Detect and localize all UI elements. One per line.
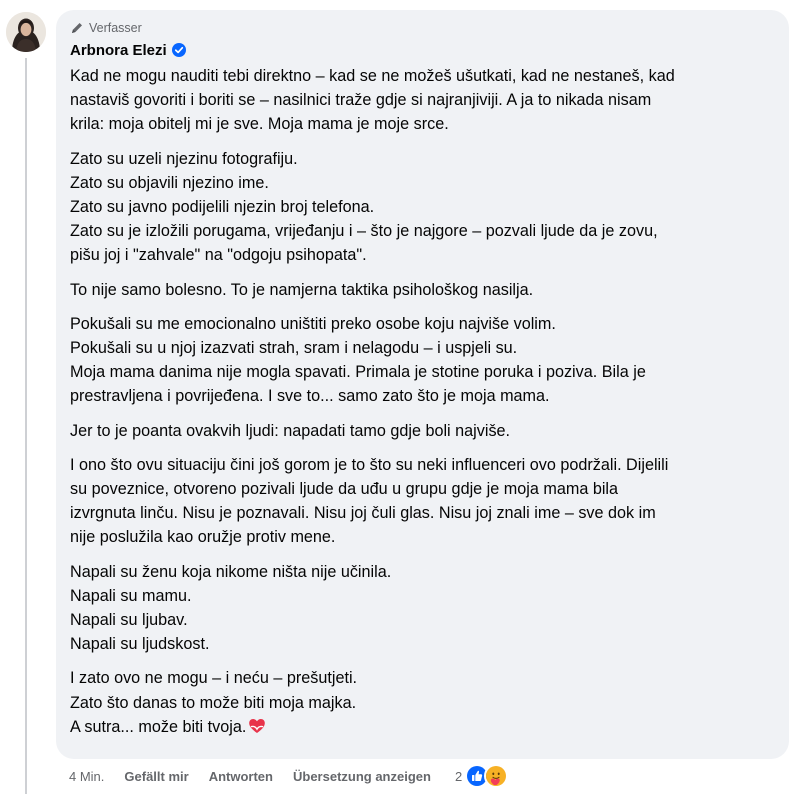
comment-line: su poveznice, otvoreno pozivali ljude da… — [70, 477, 777, 501]
verified-badge-icon — [171, 43, 186, 57]
comment-line-text: krila: moja obitelj mi je sve. Moja mama… — [70, 115, 449, 134]
comment-line-text: I zato ovo ne mogu – i neću – prešutjeti… — [70, 669, 358, 688]
thread-line — [25, 58, 27, 794]
author-row: Arbnora Elezi — [70, 40, 777, 60]
comment-paragraph: Jer to je poanta ovakvih ljudi: napadati… — [70, 419, 777, 443]
comment-line: Pokušali su me emocionalno uništiti prek… — [70, 312, 777, 336]
care-icon — [484, 764, 509, 788]
comment-line-text: Napali su ljubav. — [70, 611, 188, 630]
comment-line: pišu joj i "zahvale" na "odgoju psihopat… — [70, 243, 777, 267]
comment-line-text: izvrgnuta linču. Nisu je poznavali. Nisu… — [70, 504, 656, 523]
comment-line-text: Kad ne mogu nauditi tebi direktno – kad … — [70, 67, 675, 85]
comment-line-text: Pokušali su u njoj izazvati strah, sram … — [70, 339, 518, 358]
comment-bubble: Verfasser Arbnora Elezi Kad ne mogu naud… — [56, 10, 789, 759]
pencil-icon — [70, 21, 84, 35]
comment-line-text: Napali su ženu koja nikome ništa nije uč… — [70, 562, 392, 581]
comment-line: Zato što danas to može biti moja majka. — [70, 691, 777, 715]
comment-line-text: Zato su objavili njezino ime. — [70, 173, 269, 192]
comment-line: Moja mama danima nije mogla spavati. Pri… — [70, 360, 777, 384]
comment-line: nastaviš govoriti i boriti se – nasilnic… — [70, 88, 777, 112]
translate-button[interactable]: Übersetzung anzeigen — [293, 769, 431, 784]
comment-line: Zato su javno podijelili njezin broj tel… — [70, 195, 777, 219]
comment-text: Kad ne mogu nauditi tebi direktno – kad … — [70, 64, 777, 742]
comment-line: izvrgnuta linču. Nisu je poznavali. Nisu… — [70, 501, 777, 525]
comment-line-text: Napali su ljudskost. — [70, 635, 210, 654]
comment-line: I zato ovo ne mogu – i neću – prešutjeti… — [70, 666, 777, 690]
comment-actions: 4 Min. Gefällt mir Antworten Übersetzung… — [69, 764, 509, 788]
comment-line-text: Moja mama danima nije mogla spavati. Pri… — [70, 363, 646, 382]
comment-line-text: su poveznice, otvoreno pozivali ljude da… — [70, 480, 619, 499]
comment-line-text: Zato što danas to može biti moja majka. — [70, 693, 357, 712]
avatar[interactable] — [6, 12, 46, 52]
comment-line-text: Jer to je poanta ovakvih ljudi: napadati… — [70, 421, 511, 440]
author-name[interactable]: Arbnora Elezi — [70, 42, 167, 59]
comment-line: Napali su ljudskost. — [70, 632, 777, 656]
comment-line: Pokušali su u njoj izazvati strah, sram … — [70, 336, 777, 360]
comment-paragraph: Napali su ženu koja nikome ništa nije uč… — [70, 560, 777, 657]
comment-paragraph: I zato ovo ne mogu – i neću – prešutjeti… — [70, 666, 777, 742]
comment-line: To nije samo bolesno. To je namjerna tak… — [70, 278, 777, 302]
comment-timestamp[interactable]: 4 Min. — [69, 769, 104, 784]
comment-line: Kad ne mogu nauditi tebi direktno – kad … — [70, 64, 777, 88]
comment-line: Zato su objavili njezino ime. — [70, 171, 777, 195]
comment-line: krila: moja obitelj mi je sve. Moja mama… — [70, 112, 777, 136]
comment-paragraph: Pokušali su me emocionalno uništiti prek… — [70, 312, 777, 409]
comment-line-text: I ono što ovu situaciju čini još gorom j… — [70, 455, 669, 474]
comment-paragraph: I ono što ovu situaciju čini još gorom j… — [70, 453, 777, 550]
comment-line-text: Zato su uzeli njezinu fotografiju. — [70, 149, 298, 168]
avatar-image — [6, 12, 46, 52]
comment-line: Napali su ljubav. — [70, 608, 777, 632]
comment-line-text: Pokušali su me emocionalno uništiti prek… — [70, 314, 556, 333]
comment-line: nije poslužila kao oružje protiv mene. — [70, 525, 777, 549]
comment-line-text: Zato su javno podijelili njezin broj tel… — [70, 198, 375, 217]
comment-line-text: nastaviš govoriti i boriti se – nasilnic… — [70, 91, 652, 110]
comment-line: Zato su je izložili porugama, vrijeđanju… — [70, 219, 777, 243]
comment-line-text: A sutra... može biti tvoja. — [70, 717, 247, 736]
heart-emoji-icon — [248, 717, 266, 742]
reaction-summary[interactable]: 2 — [454, 764, 509, 788]
author-badge-row: Verfasser — [70, 19, 777, 37]
comment-line-text: pišu joj i "zahvale" na "odgoju psihopat… — [70, 246, 367, 265]
comment-paragraph: Zato su uzeli njezinu fotografiju. Zato s… — [70, 147, 777, 268]
comment-line: I ono što ovu situaciju čini još gorom j… — [70, 453, 777, 477]
comment-line: Zato su uzeli njezinu fotografiju. — [70, 147, 777, 171]
comment-line-text: nije poslužila kao oružje protiv mene. — [70, 528, 336, 547]
reply-button[interactable]: Antworten — [209, 769, 273, 784]
like-button[interactable]: Gefällt mir — [124, 769, 188, 784]
reaction-count: 2 — [454, 768, 463, 784]
comment-line: A sutra... može biti tvoja. — [70, 715, 777, 742]
comment-line-text: prestravljena i povrijeđena. I sve to...… — [70, 387, 550, 406]
comment-line-text: To nije samo bolesno. To je namjerna tak… — [70, 280, 534, 299]
comment-line: prestravljena i povrijeđena. I sve to...… — [70, 384, 777, 408]
comment-line-text: Zato su je izložili porugama, vrijeđanju… — [70, 222, 658, 241]
comment-paragraph: To nije samo bolesno. To je namjerna tak… — [70, 278, 777, 302]
comment-line-text: Napali su mamu. — [70, 586, 192, 605]
author-badge-label: Verfasser — [89, 21, 142, 35]
comment-line: Napali su mamu. — [70, 584, 777, 608]
comment-paragraph: Kad ne mogu nauditi tebi direktno – kad … — [70, 64, 777, 137]
comment-line: Napali su ženu koja nikome ništa nije uč… — [70, 560, 777, 584]
comment-line: Jer to je poanta ovakvih ljudi: napadati… — [70, 419, 777, 443]
